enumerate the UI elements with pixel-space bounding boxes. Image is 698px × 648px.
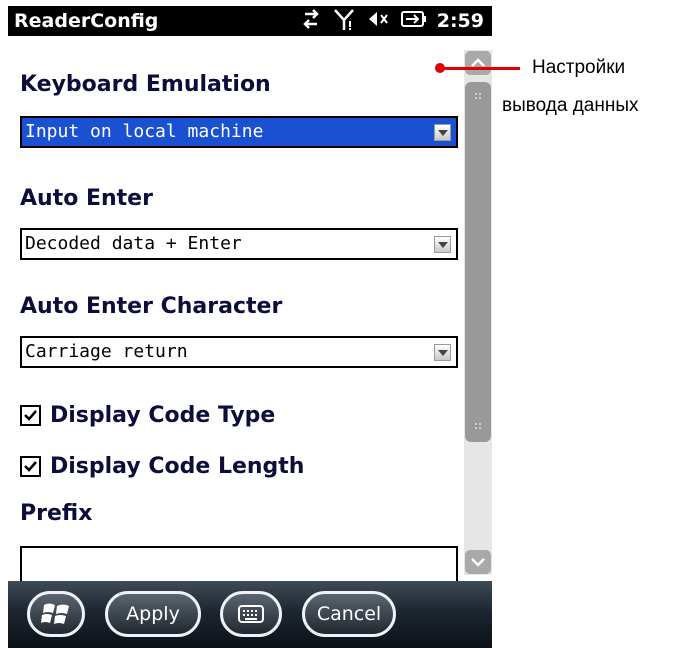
apply-button[interactable]: Apply: [105, 591, 201, 637]
auto-enter-value: Decoded data + Enter: [25, 233, 242, 254]
cancel-label: Cancel: [316, 603, 382, 625]
grip-icon: [475, 93, 481, 99]
keyboard-button[interactable]: [220, 591, 282, 637]
battery-charging-icon: [400, 10, 427, 32]
checkmark-icon: [24, 410, 37, 421]
status-bar: ReaderConfig 2:59: [8, 6, 492, 36]
auto-enter-character-heading: Auto Enter Character: [20, 294, 283, 319]
keyboard-emulation-value: Input on local machine: [25, 121, 264, 142]
vertical-scrollbar[interactable]: [464, 50, 492, 575]
auto-enter-select[interactable]: Decoded data + Enter: [20, 228, 458, 260]
windows-logo-icon: [41, 603, 69, 624]
cancel-button[interactable]: Cancel: [302, 591, 396, 637]
dropdown-arrow-icon[interactable]: [434, 236, 451, 253]
checkmark-icon: [24, 461, 37, 472]
scroll-up-button[interactable]: [465, 51, 491, 75]
sync-icon: [299, 8, 323, 34]
auto-enter-character-value: Carriage return: [25, 341, 188, 362]
keyboard-emulation-select[interactable]: Input on local machine: [20, 116, 458, 148]
signal-icon: [333, 7, 357, 35]
annotation-text-line1: Настройки: [532, 57, 626, 78]
dropdown-arrow-icon[interactable]: [434, 124, 451, 141]
dropdown-arrow-icon[interactable]: [434, 344, 451, 361]
prefix-heading: Prefix: [20, 501, 93, 526]
display-code-length-checkbox[interactable]: [20, 456, 41, 477]
display-code-type-checkbox[interactable]: [20, 405, 41, 426]
app-title: ReaderConfig: [14, 10, 159, 32]
scroll-thumb[interactable]: [465, 82, 491, 442]
annotation-text-line2: вывода данных: [502, 95, 639, 116]
display-code-type-label: Display Code Type: [50, 403, 276, 428]
auto-enter-character-select[interactable]: Carriage return: [20, 336, 458, 368]
speaker-muted-icon: [367, 9, 391, 33]
device-screen: ReaderConfig 2:59 Keyboard Emulation Inp…: [8, 6, 492, 648]
scroll-down-button[interactable]: [465, 550, 491, 574]
bottom-command-bar: Apply Cancel: [8, 581, 492, 648]
prefix-input[interactable]: [20, 546, 458, 581]
clock-time: 2:59: [436, 10, 484, 32]
keyboard-emulation-heading: Keyboard Emulation: [20, 72, 271, 97]
apply-label: Apply: [126, 603, 180, 625]
chevron-down-icon: [471, 558, 485, 567]
start-button[interactable]: [27, 591, 85, 637]
display-code-length-label: Display Code Length: [50, 454, 305, 479]
settings-form: Keyboard Emulation Input on local machin…: [8, 36, 462, 581]
display-code-type-row[interactable]: Display Code Type: [20, 403, 275, 428]
annotation-line: [444, 67, 520, 70]
auto-enter-heading: Auto Enter: [20, 186, 153, 211]
display-code-length-row[interactable]: Display Code Length: [20, 454, 304, 479]
grip-icon: [475, 423, 481, 429]
keyboard-icon: [238, 605, 264, 623]
status-icons: 2:59: [299, 9, 484, 33]
